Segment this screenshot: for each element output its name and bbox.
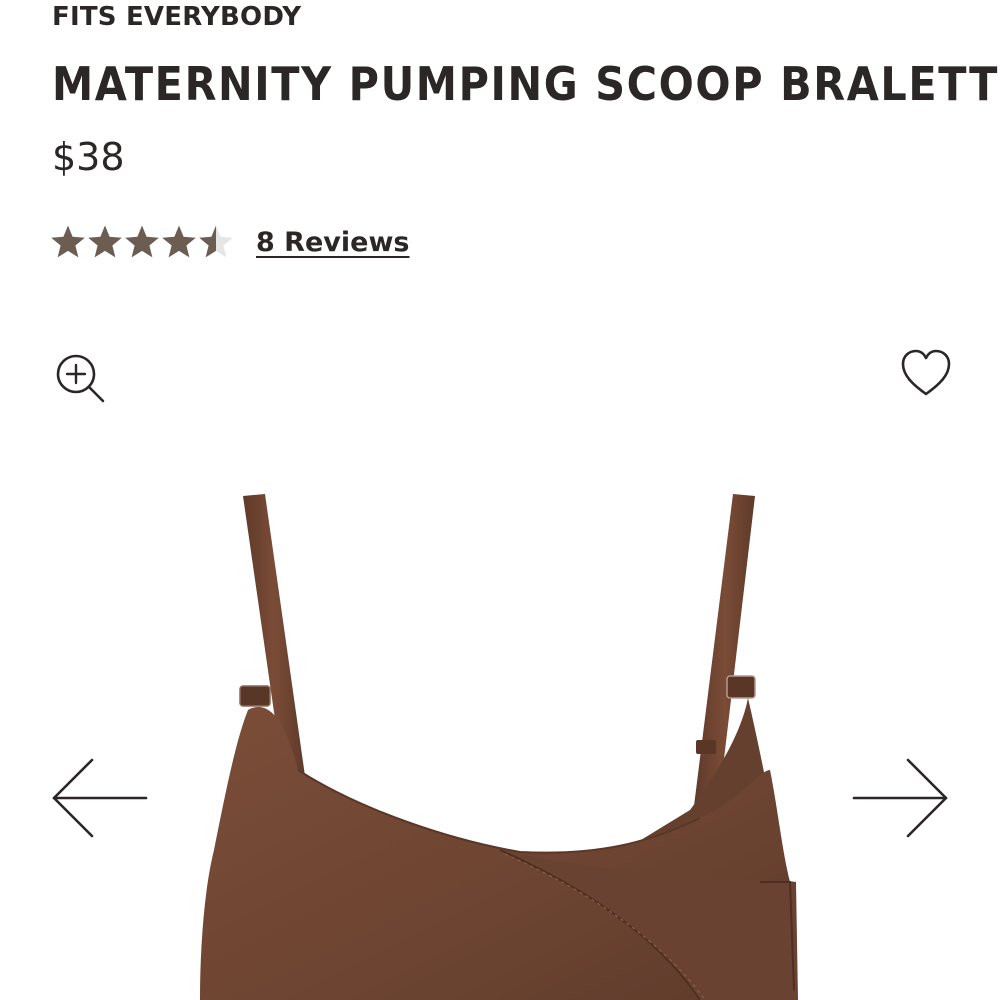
product-image bbox=[200, 494, 798, 1000]
star-icon bbox=[88, 225, 122, 258]
product-price: $38 bbox=[52, 135, 125, 179]
collection-label: FITS EVERYBODY bbox=[52, 2, 302, 32]
arrow-right-icon[interactable] bbox=[848, 756, 952, 840]
arrow-left-icon[interactable] bbox=[48, 756, 152, 840]
rating-row: 8 Reviews bbox=[50, 220, 409, 264]
star-icon bbox=[199, 225, 233, 258]
product-page: FITS EVERYBODY MATERNITY PUMPING SCOOP B… bbox=[0, 0, 1000, 1000]
star-icon bbox=[51, 225, 85, 258]
zoom-in-icon[interactable] bbox=[52, 350, 108, 406]
star-rating bbox=[50, 224, 234, 260]
reviews-link[interactable]: 8 Reviews bbox=[256, 227, 409, 258]
star-icon bbox=[125, 225, 159, 258]
product-title: MATERNITY PUMPING SCOOP BRALETTE bbox=[52, 57, 1000, 111]
star-icon bbox=[162, 225, 196, 258]
heart-outline-icon[interactable] bbox=[898, 346, 954, 402]
bralette-garment bbox=[200, 494, 798, 1000]
